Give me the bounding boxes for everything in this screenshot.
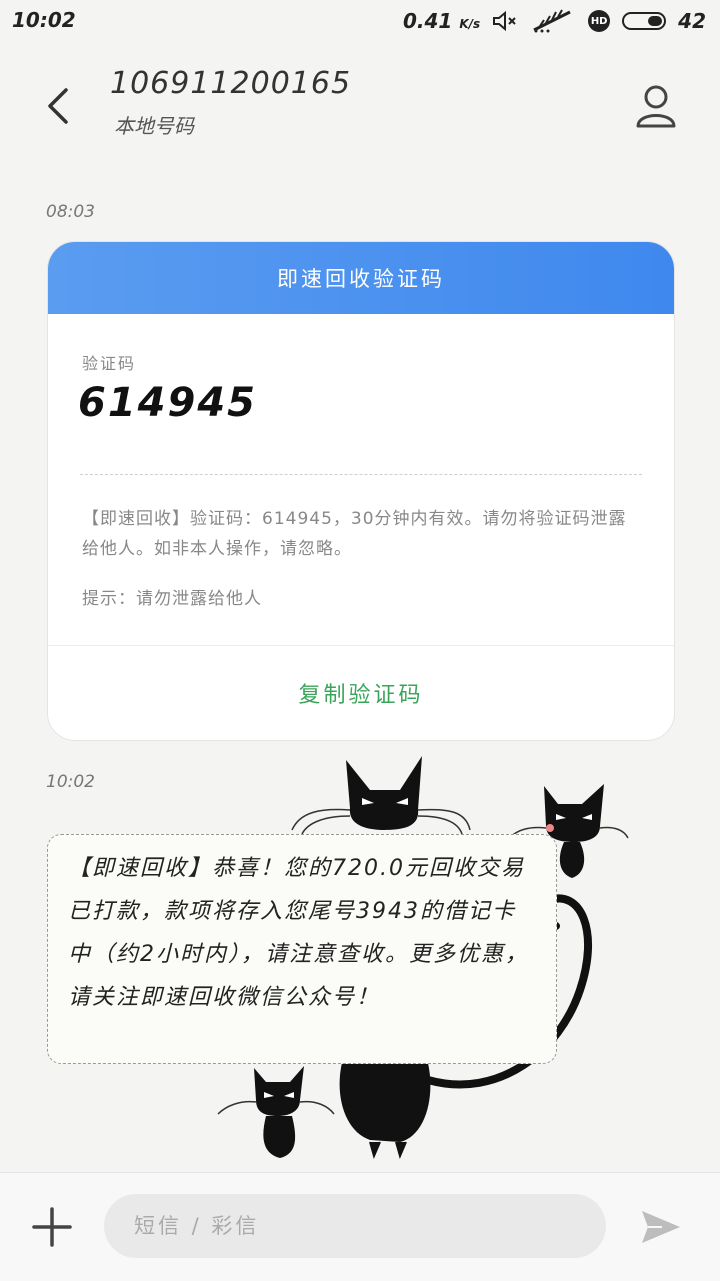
battery-level: 42 bbox=[678, 9, 706, 33]
card-title: 即速回收验证码 bbox=[48, 242, 674, 314]
hd-icon: HD bbox=[588, 10, 611, 32]
status-icons: 0.41 K/s HD 42 bbox=[403, 8, 706, 34]
plus-icon[interactable] bbox=[32, 1207, 72, 1247]
sender-subtitle: 本地号码 bbox=[114, 114, 194, 138]
verification-card: 即速回收验证码 验证码 614945 【即速回收】验证码：614945，30分钟… bbox=[47, 241, 675, 741]
back-arrow-icon[interactable] bbox=[40, 86, 80, 126]
composer-bar bbox=[0, 1172, 720, 1281]
message-timestamp: 08:03 bbox=[46, 202, 95, 222]
message-bubble: 【即速回收】恭喜！您的720.0元回收交易已打款，款项将存入您尾号3943的借记… bbox=[47, 834, 557, 1064]
verification-code: 614945 bbox=[78, 380, 257, 426]
battery-icon bbox=[622, 12, 667, 30]
status-bar: 10:02 0.41 K/s HD 42 bbox=[0, 0, 720, 44]
card-hint: 提示：请勿泄露给他人 bbox=[82, 589, 262, 609]
network-speed-value: 0.41 bbox=[403, 9, 453, 33]
network-speed-unit: K/s bbox=[459, 17, 481, 31]
status-time: 10:02 bbox=[12, 8, 76, 32]
copy-code-button[interactable]: 复制验证码 bbox=[48, 646, 674, 740]
mute-icon bbox=[493, 10, 516, 32]
conversation-header: 106911200165 本地号码 bbox=[0, 44, 720, 174]
signal-icon bbox=[533, 9, 571, 33]
code-label: 验证码 bbox=[82, 354, 137, 373]
message-timestamp: 10:02 bbox=[46, 772, 95, 792]
message-input[interactable] bbox=[104, 1194, 606, 1258]
card-message-body: 【即速回收】验证码：614945，30分钟内有效。请勿将验证码泄露给他人。如非本… bbox=[82, 509, 627, 559]
send-icon[interactable] bbox=[640, 1207, 682, 1247]
card-divider bbox=[80, 474, 642, 475]
network-speed: 0.41 K/s bbox=[403, 9, 480, 33]
sender-number: 106911200165 bbox=[110, 66, 352, 101]
contact-icon[interactable] bbox=[632, 82, 680, 130]
